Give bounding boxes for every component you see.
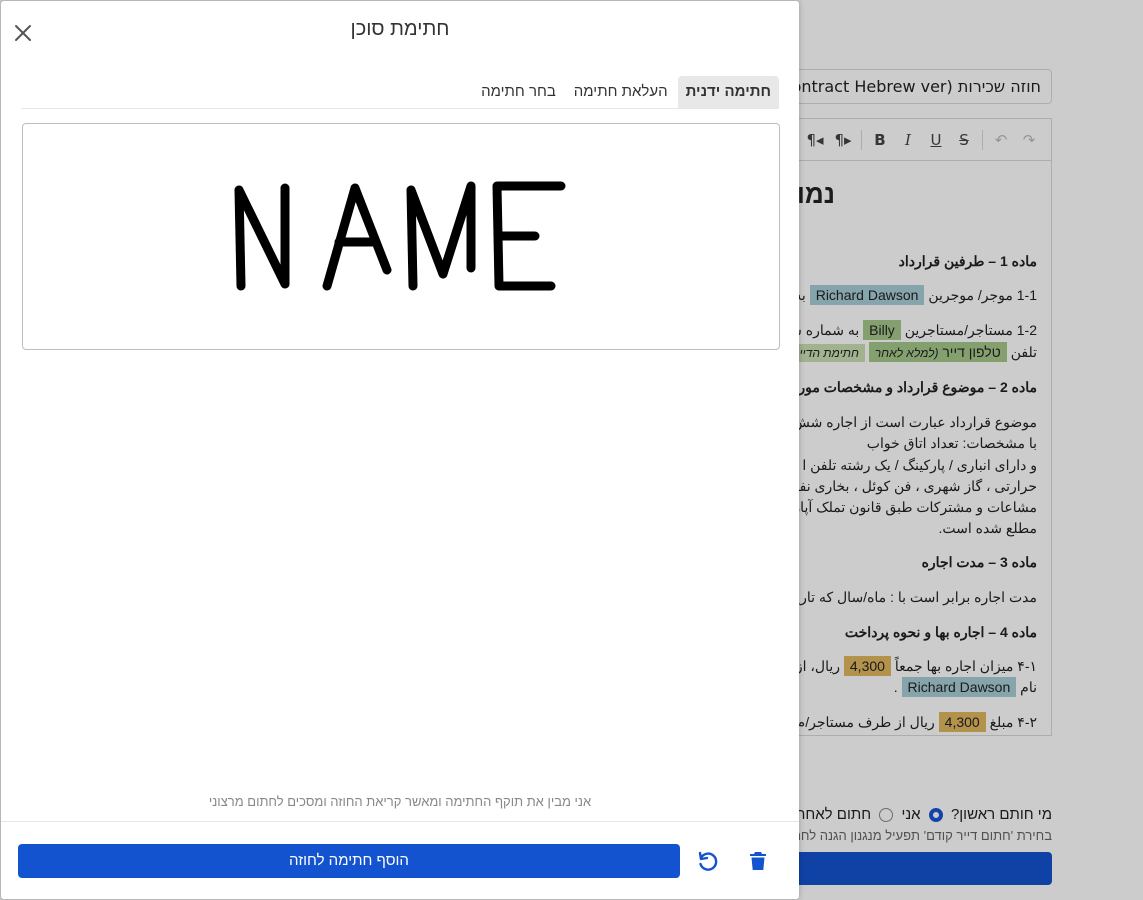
tab-choose-signature[interactable]: בחר חתימה	[473, 76, 564, 108]
footer-divider	[1, 821, 799, 822]
handwritten-signature	[234, 181, 566, 291]
undo-icon[interactable]	[696, 849, 720, 873]
consent-text: אני מבין את תוקף החתימה ומאשר קריאת החוז…	[208, 794, 592, 809]
tab-manual-signature[interactable]: חתימה ידנית	[677, 76, 779, 108]
add-signature-button[interactable]: הוסף חתימה לחוזה	[18, 844, 680, 878]
close-icon[interactable]	[11, 21, 35, 45]
modal-title: חתימת סוכן	[350, 18, 450, 40]
signature-canvas[interactable]	[22, 123, 780, 350]
tab-upload-signature[interactable]: העלאת חתימה	[566, 76, 676, 108]
signature-tabs: חתימה ידנית העלאת חתימה בחר חתימה	[21, 76, 779, 109]
agent-signature-modal: חתימת סוכן חתימה ידנית העלאת חתימה בחר ח…	[1, 1, 799, 899]
trash-icon[interactable]	[746, 849, 770, 873]
